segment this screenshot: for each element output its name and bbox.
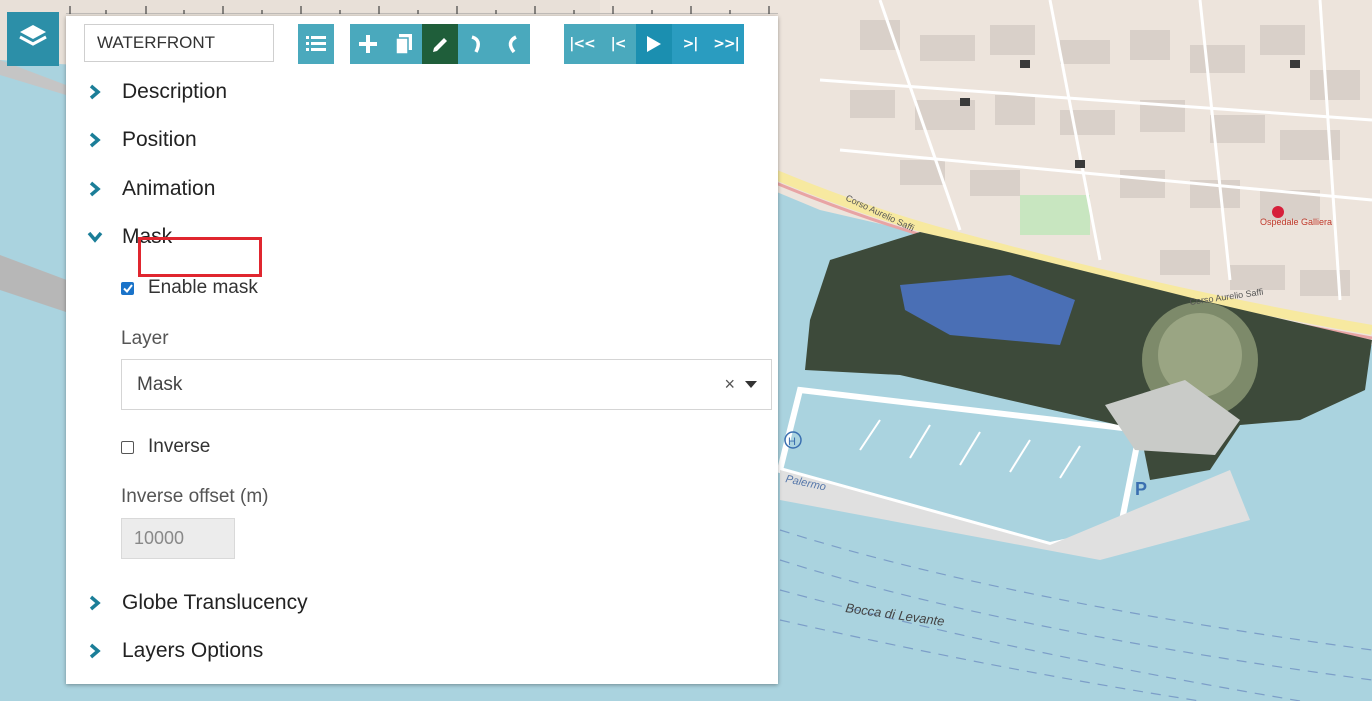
redo-button[interactable] (494, 24, 530, 64)
list-button[interactable] (298, 24, 334, 64)
next-frame-button[interactable]: >| (672, 24, 708, 64)
chevron-down-icon (86, 228, 104, 246)
prev-frame-icon: |< (610, 36, 627, 52)
section-label: Layers Options (122, 639, 264, 662)
chevron-right-icon (86, 83, 104, 101)
play-icon (647, 36, 661, 52)
section-label: Animation (122, 177, 216, 200)
pencil-icon (431, 35, 449, 53)
section-layers-options[interactable]: Layers Options (86, 635, 263, 667)
list-icon (306, 35, 326, 53)
section-label: Globe Translucency (122, 591, 308, 614)
layer-name-input[interactable] (84, 24, 274, 62)
timeline-ruler (66, 0, 778, 15)
inverse-offset-label: Inverse offset (m) (121, 486, 269, 507)
section-animation[interactable]: Animation (86, 173, 215, 205)
play-button[interactable] (636, 24, 672, 64)
svg-text:H: H (788, 436, 796, 448)
section-label: Position (122, 128, 197, 151)
layer-properties-panel: |<< |< >| >>| Description Position (66, 16, 778, 684)
first-frame-icon: |<< (569, 36, 596, 52)
first-frame-button[interactable]: |<< (564, 24, 600, 64)
mask-layer-select[interactable]: Mask × (121, 359, 772, 410)
redo-icon (504, 34, 520, 54)
copy-icon (396, 34, 412, 54)
layers-toggle-button[interactable] (7, 12, 59, 66)
chevron-right-icon (86, 594, 104, 612)
svg-text:Ospedale Galliera: Ospedale Galliera (1260, 217, 1332, 227)
copy-button[interactable] (386, 24, 422, 64)
next-frame-icon: >| (682, 36, 699, 52)
inverse-offset-input[interactable] (121, 518, 235, 559)
caret-down-icon[interactable] (745, 376, 757, 394)
layers-icon (18, 23, 48, 56)
plus-icon (359, 35, 377, 53)
clear-selection-icon[interactable]: × (724, 374, 735, 395)
layer-field-label: Layer (121, 328, 169, 349)
chevron-right-icon (86, 642, 104, 660)
last-frame-icon: >>| (713, 36, 740, 52)
section-label: Description (122, 80, 228, 103)
layer-toolbar: |<< |< >| >>| (84, 22, 774, 66)
inverse-checkbox[interactable]: Inverse (121, 436, 210, 458)
enable-mask-label: Enable mask (148, 277, 258, 298)
mask-layer-value: Mask (137, 373, 183, 395)
chevron-right-icon (86, 131, 104, 149)
checkbox-unchecked-icon[interactable] (121, 440, 134, 454)
chevron-right-icon (86, 180, 104, 198)
inverse-label: Inverse (148, 436, 211, 457)
section-mask[interactable]: Mask (86, 221, 172, 253)
svg-text:P: P (1135, 479, 1147, 499)
section-description[interactable]: Description (86, 76, 227, 108)
undo-button[interactable] (458, 24, 494, 64)
section-globe-translucency[interactable]: Globe Translucency (86, 587, 308, 619)
last-frame-button[interactable]: >>| (708, 24, 744, 64)
add-button[interactable] (350, 24, 386, 64)
enable-mask-checkbox[interactable]: Enable mask (121, 277, 258, 299)
section-label: Mask (122, 225, 173, 248)
checkbox-checked-icon[interactable] (121, 281, 134, 295)
edit-button[interactable] (422, 24, 458, 64)
section-position[interactable]: Position (86, 124, 197, 156)
prev-frame-button[interactable]: |< (600, 24, 636, 64)
undo-icon (468, 34, 484, 54)
